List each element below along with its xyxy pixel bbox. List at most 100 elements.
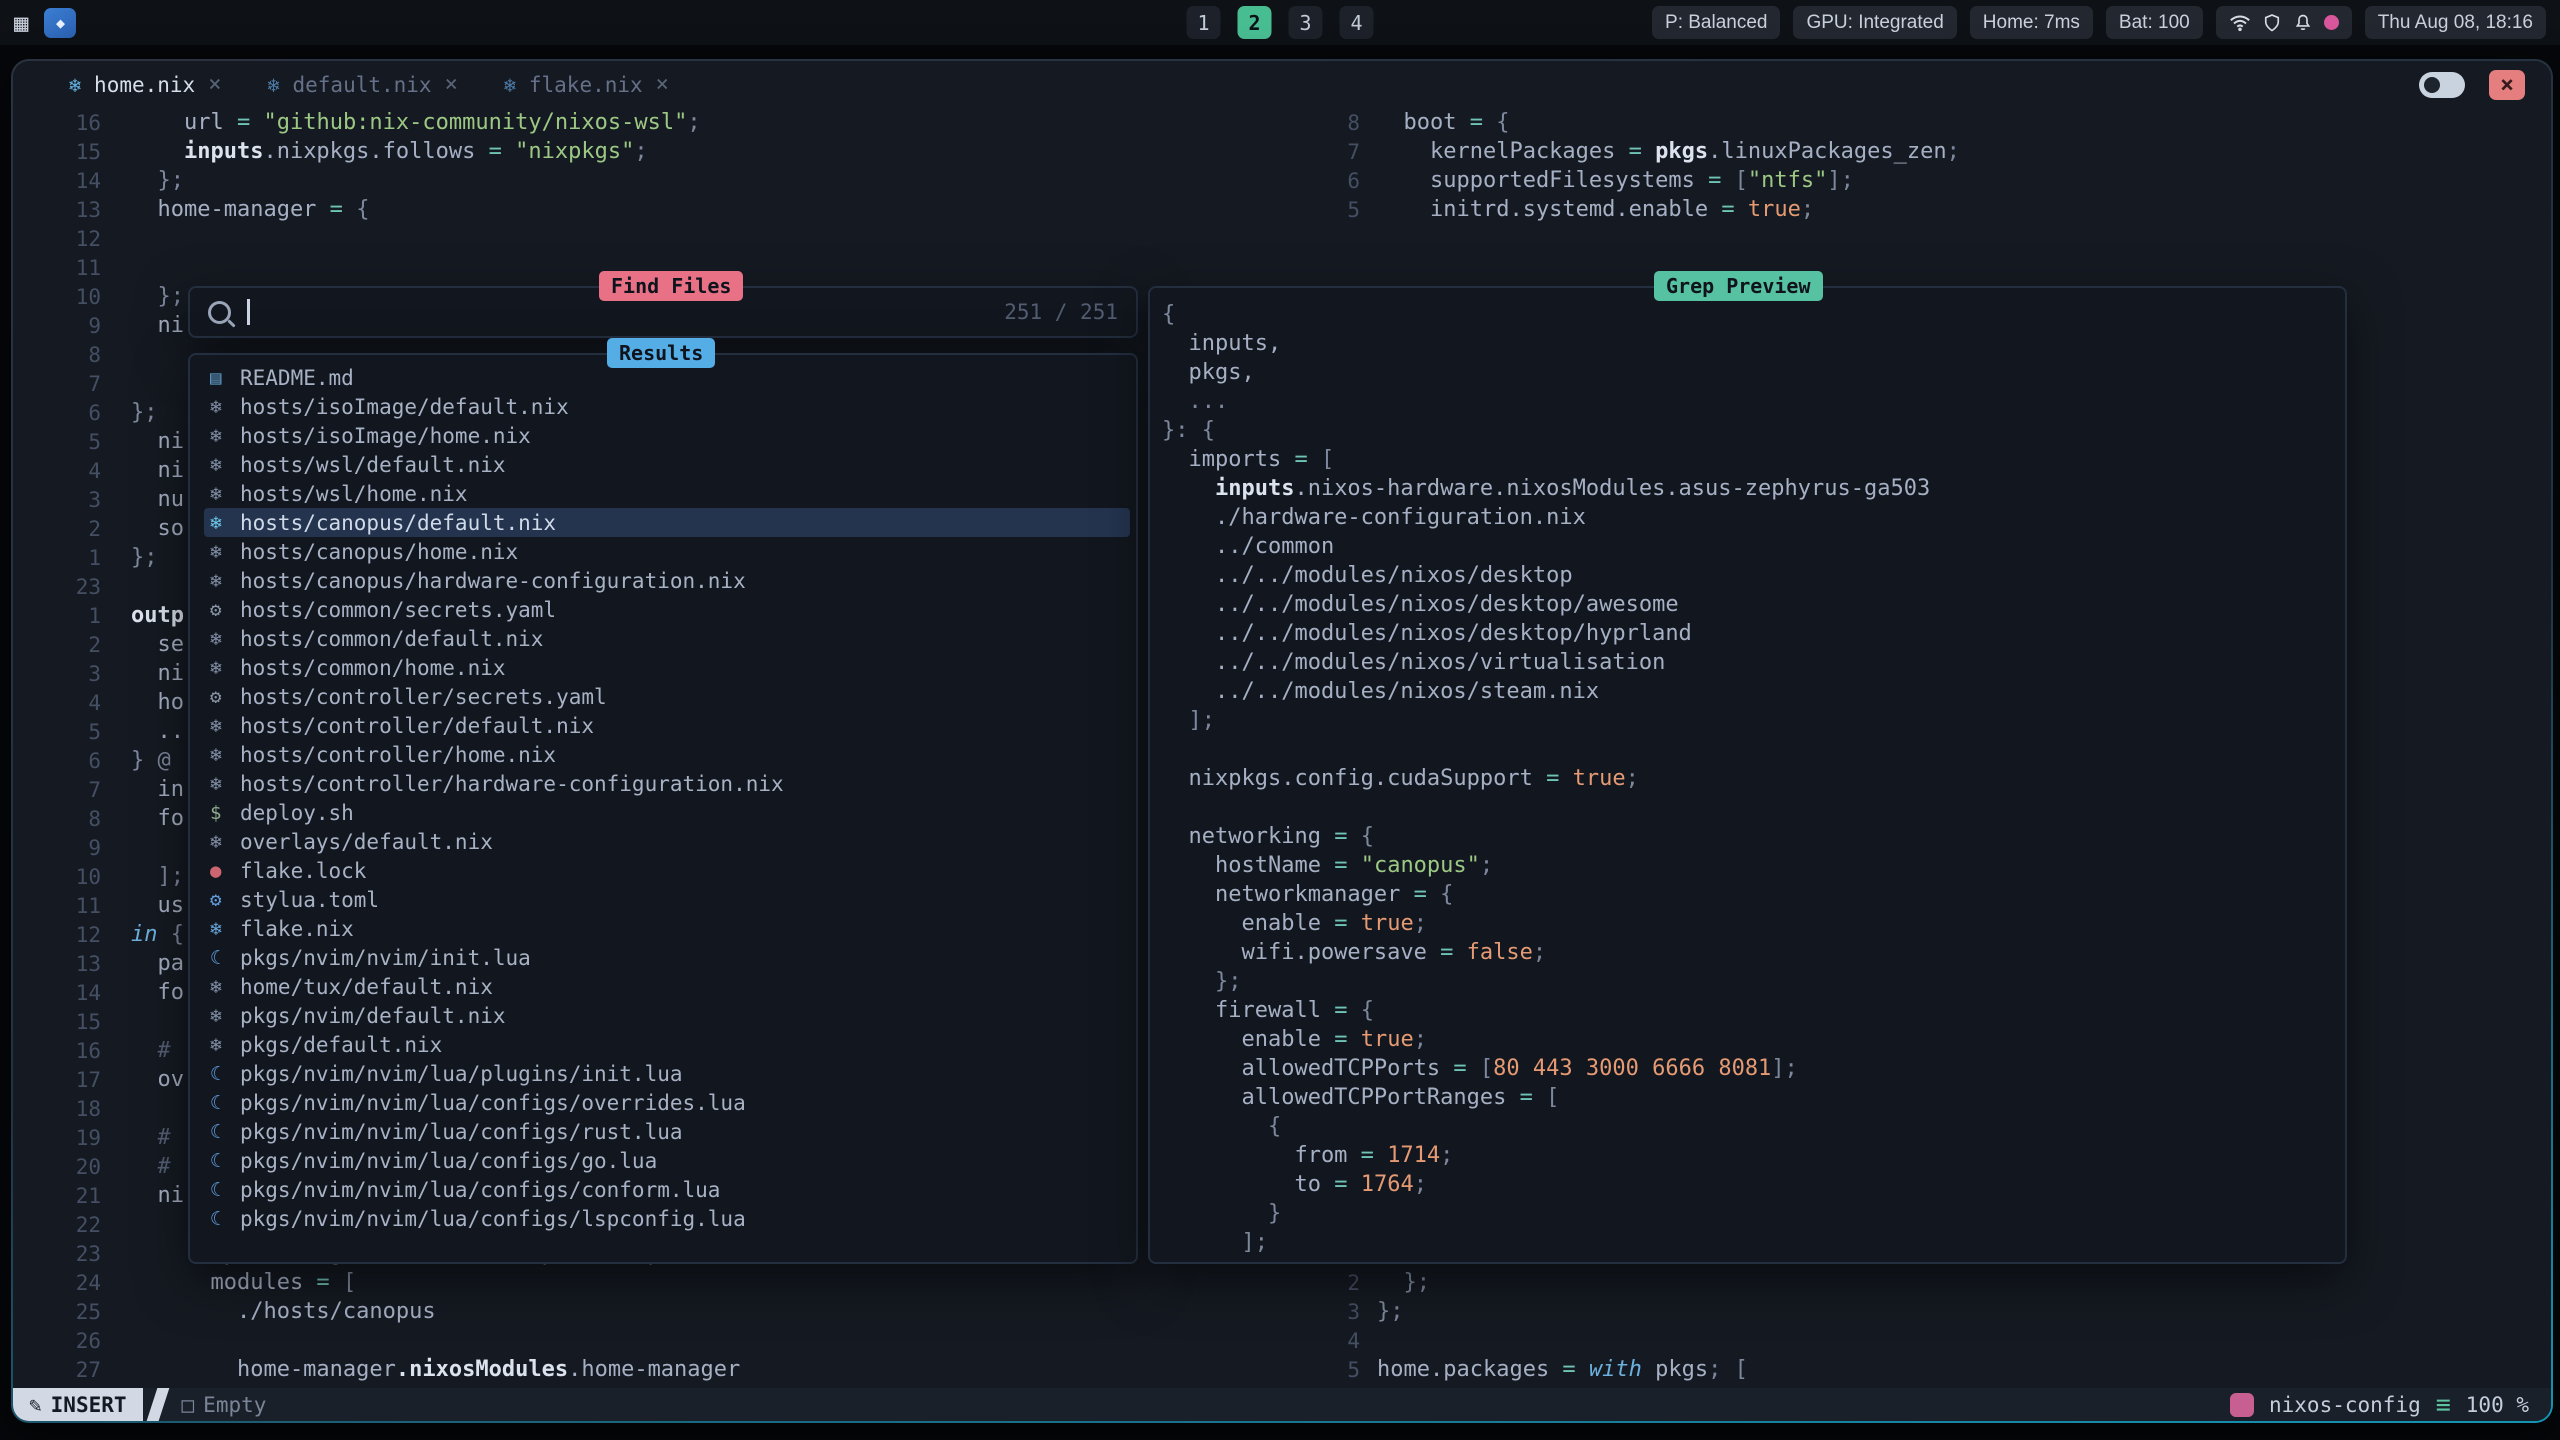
tab-flake-nix[interactable]: ❄ flake.nix × [486, 61, 687, 108]
workspace-button-1[interactable]: 1 [1187, 6, 1221, 39]
toggle-button[interactable] [2419, 72, 2465, 98]
code-line [1162, 735, 2345, 764]
apps-grid-icon[interactable]: ▦ [14, 11, 28, 35]
result-item[interactable]: ⚙stylua.toml [204, 885, 1130, 914]
result-item[interactable]: ☾pkgs/nvim/nvim/lua/configs/rust.lua [204, 1117, 1130, 1146]
result-item[interactable]: $deploy.sh [204, 798, 1130, 827]
code-line: ../common [1162, 532, 2345, 561]
line-number: 4 [13, 459, 101, 483]
result-label: overlays/default.nix [240, 830, 493, 854]
line-number: 14 [13, 981, 101, 1005]
result-item[interactable]: ❄hosts/common/home.nix [204, 653, 1130, 682]
workspace-button-3[interactable]: 3 [1289, 6, 1323, 39]
tab-close-icon[interactable]: × [208, 72, 221, 97]
result-item[interactable]: ❄hosts/isoImage/home.nix [204, 421, 1130, 450]
result-item[interactable]: ❄pkgs/nvim/default.nix [204, 1001, 1130, 1030]
statusline-separator [146, 1388, 169, 1421]
line-number: 17 [13, 1068, 101, 1092]
line-number: 2 [13, 517, 101, 541]
line-number: 16 [13, 111, 101, 135]
result-item[interactable]: ❄hosts/controller/default.nix [204, 711, 1130, 740]
line-number: 23 [13, 1242, 101, 1266]
result-item[interactable]: ⚙hosts/controller/secrets.yaml [204, 682, 1130, 711]
result-label: hosts/common/default.nix [240, 627, 543, 651]
nix-icon: ❄ [69, 73, 81, 97]
result-item[interactable]: ❄hosts/canopus/home.nix [204, 537, 1130, 566]
result-label: hosts/wsl/default.nix [240, 453, 506, 477]
code-line: allowedTCPPorts = [80 443 3000 6666 8081… [1162, 1054, 2345, 1083]
line-number: 6 [13, 749, 101, 773]
close-button[interactable]: × [2489, 70, 2525, 100]
bell-icon[interactable] [2293, 13, 2313, 33]
gear-icon: ⚙ [204, 686, 240, 708]
bufferline: ❄ home.nix × ❄ default.nix × ❄ flake.nix… [13, 61, 2551, 108]
desktop: { "glyphs": { "nix": "❄", "gear": "⚙", "… [0, 0, 2560, 1440]
wifi-icon[interactable] [2229, 12, 2251, 34]
line-number: 5 [13, 720, 101, 744]
tab-close-icon[interactable]: × [656, 72, 669, 97]
result-label: pkgs/nvim/nvim/lua/configs/overrides.lua [240, 1091, 746, 1115]
record-dot-icon[interactable] [2324, 15, 2339, 30]
telescope-preview: { inputs, pkgs, ...}: { imports = [ inpu… [1148, 286, 2347, 1264]
result-counter: 251 / 251 [1004, 300, 1118, 324]
line-number: 9 [13, 836, 101, 860]
code-line: ../../modules/nixos/desktop/awesome [1162, 590, 2345, 619]
result-item[interactable]: ❄hosts/wsl/default.nix [204, 450, 1130, 479]
nix-icon: ❄ [204, 628, 240, 650]
workspace-button-2[interactable]: 2 [1238, 6, 1272, 39]
lua-icon: ☾ [204, 1121, 240, 1143]
result-item-selected[interactable]: ❄hosts/canopus/default.nix [204, 508, 1130, 537]
statusline: ✎ INSERT □ Empty nixos-config ≡ 100 % [13, 1388, 2551, 1421]
launcher-logo-icon[interactable]: ◆ [44, 8, 76, 38]
result-item[interactable]: ☾pkgs/nvim/nvim/lua/plugins/init.lua [204, 1059, 1130, 1088]
lines-icon: ≡ [2436, 1390, 2451, 1419]
result-item[interactable]: ☾pkgs/nvim/nvim/init.lua [204, 943, 1130, 972]
code-line: wifi.powersave = false; [1162, 938, 2345, 967]
result-item[interactable]: ❄hosts/isoImage/default.nix [204, 392, 1130, 421]
result-item[interactable]: ❄home/tux/default.nix [204, 972, 1130, 1001]
workspace-switcher: 1234 [1187, 6, 1374, 39]
nix-icon: ❄ [204, 657, 240, 679]
code-line [1162, 793, 2345, 822]
right-editor-pane-top[interactable]: 8 boot = {7 kernelPackages = pkgs.linuxP… [1310, 108, 2551, 224]
result-item[interactable]: ❄hosts/controller/hardware-configuration… [204, 769, 1130, 798]
result-item[interactable]: ❄flake.nix [204, 914, 1130, 943]
shield-icon[interactable] [2262, 13, 2282, 33]
result-label: hosts/controller/default.nix [240, 714, 594, 738]
result-item[interactable]: ❄hosts/wsl/home.nix [204, 479, 1130, 508]
nix-icon: ❄ [204, 425, 240, 447]
result-item[interactable]: ☾pkgs/nvim/nvim/lua/configs/lspconfig.lu… [204, 1204, 1130, 1233]
statusbar-left: ▦ ◆ [14, 0, 76, 45]
result-item[interactable]: ❄hosts/controller/home.nix [204, 740, 1130, 769]
scroll-percent: 100 % [2466, 1393, 2529, 1417]
shell-icon: $ [204, 802, 240, 824]
result-item[interactable]: ●flake.lock [204, 856, 1130, 885]
result-item[interactable]: ❄hosts/common/default.nix [204, 624, 1130, 653]
line-number: 20 [13, 1155, 101, 1179]
line-number: 19 [13, 1126, 101, 1150]
mode-label: INSERT [51, 1393, 127, 1417]
code-line: ../../modules/nixos/virtualisation [1162, 648, 2345, 677]
telescope-results[interactable]: ▤README.md❄hosts/isoImage/default.nix❄ho… [188, 353, 1138, 1264]
result-item[interactable]: ☾pkgs/nvim/nvim/lua/configs/go.lua [204, 1146, 1130, 1175]
tab-close-icon[interactable]: × [445, 72, 458, 97]
tab-default-nix[interactable]: ❄ default.nix × [249, 61, 475, 108]
result-item[interactable]: ☾pkgs/nvim/nvim/lua/configs/overrides.lu… [204, 1088, 1130, 1117]
nix-icon: ❄ [204, 1034, 240, 1056]
result-item[interactable]: ❄pkgs/default.nix [204, 1030, 1130, 1059]
result-item[interactable]: ❄hosts/canopus/hardware-configuration.ni… [204, 566, 1130, 595]
tab-home-nix[interactable]: ❄ home.nix × [51, 61, 239, 108]
code-line: 25 ./hosts/canopus [13, 1297, 1303, 1326]
result-item[interactable]: ⚙hosts/common/secrets.yaml [204, 595, 1130, 624]
code-line: 16 url = "github:nix-community/nixos-wsl… [13, 108, 1303, 137]
result-item[interactable]: ❄overlays/default.nix [204, 827, 1130, 856]
gear-icon: ⚙ [204, 599, 240, 621]
result-label: deploy.sh [240, 801, 354, 825]
lua-icon: ☾ [204, 947, 240, 969]
result-item[interactable]: ☾pkgs/nvim/nvim/lua/configs/conform.lua [204, 1175, 1130, 1204]
stat-pill: GPU: Integrated [1793, 6, 1956, 39]
code-line: 27 home-manager.nixosModules.home-manage… [13, 1355, 1303, 1384]
workspace-button-4[interactable]: 4 [1340, 6, 1374, 39]
tray-icons[interactable] [2216, 6, 2352, 39]
clock: Thu Aug 08, 18:16 [2365, 6, 2546, 39]
